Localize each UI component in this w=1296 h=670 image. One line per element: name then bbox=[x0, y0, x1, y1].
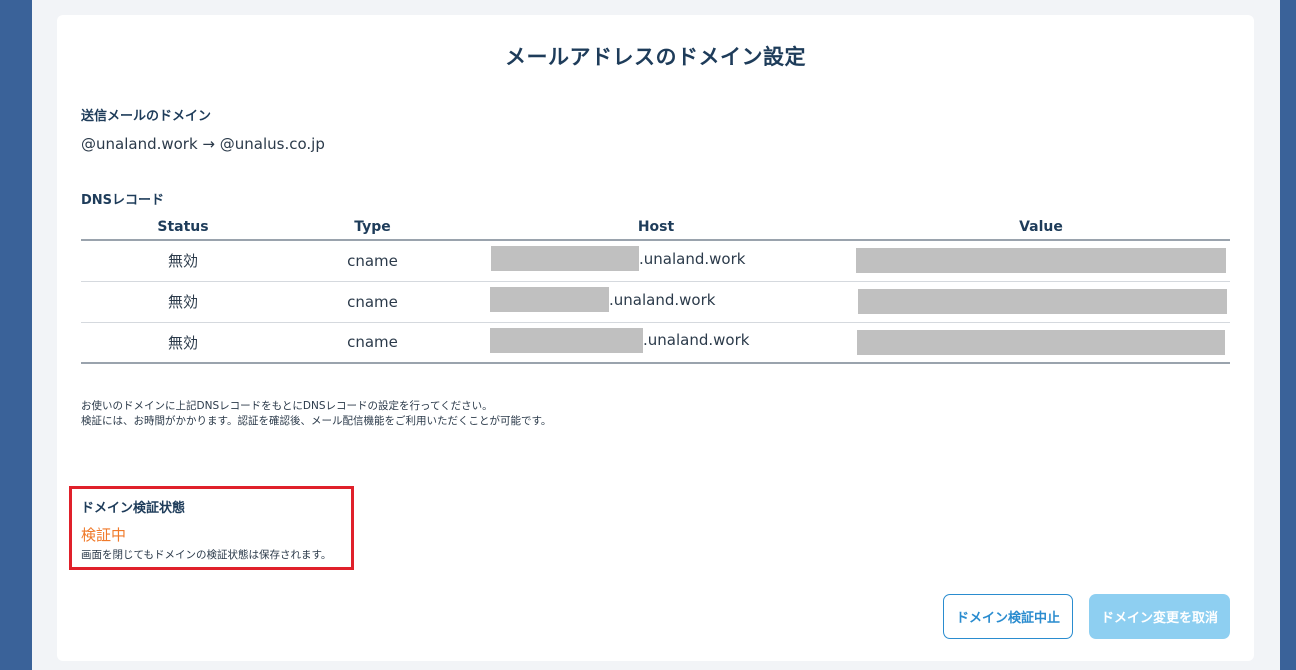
redacted-value bbox=[856, 248, 1226, 274]
right-frame bbox=[1280, 0, 1296, 670]
table-row: 無効 cname .unaland.work bbox=[81, 240, 1230, 282]
table-header-row: Status Type Host Value bbox=[81, 215, 1230, 241]
verification-status-box: ドメイン検証状態 検証中 画面を閉じてもドメインの検証状態は保存されます。 bbox=[69, 486, 354, 570]
redacted-host bbox=[490, 327, 643, 353]
status-cell: 無効 bbox=[81, 281, 285, 323]
host-suffix: .unaland.work bbox=[639, 249, 746, 268]
verification-status-note: 画面を閉じてもドメインの検証状態は保存されます。 bbox=[81, 549, 332, 561]
column-header-type: Type bbox=[285, 215, 460, 241]
stop-verification-button[interactable]: ドメイン検証中止 bbox=[943, 594, 1073, 639]
type-cell: cname bbox=[285, 281, 460, 323]
dns-instructions-line-1: お使いのドメインに上記DNSレコードをもとにDNSレコードの設定を行ってください… bbox=[81, 400, 493, 412]
value-cell bbox=[852, 322, 1230, 364]
column-header-value: Value bbox=[852, 215, 1230, 241]
host-cell: .unaland.work bbox=[460, 322, 852, 364]
value-cell bbox=[852, 281, 1230, 323]
status-cell: 無効 bbox=[81, 240, 285, 282]
type-cell: cname bbox=[285, 240, 460, 282]
redacted-value bbox=[857, 329, 1225, 355]
domain-settings-card: メールアドレスのドメイン設定 送信メールのドメイン @unaland.work … bbox=[57, 15, 1254, 661]
dns-records-table: Status Type Host Value 無効 cname .unaland… bbox=[81, 215, 1230, 364]
redacted-value bbox=[858, 289, 1227, 314]
status-cell: 無効 bbox=[81, 322, 285, 364]
type-cell: cname bbox=[285, 322, 460, 364]
sending-domain-label: 送信メールのドメイン bbox=[81, 109, 212, 124]
dns-instructions: お使いのドメインに上記DNSレコードをもとにDNSレコードの設定を行ってください… bbox=[81, 399, 551, 429]
dns-records-label: DNSレコード bbox=[81, 193, 165, 208]
host-suffix: .unaland.work bbox=[643, 331, 750, 350]
table-row: 無効 cname .unaland.work bbox=[81, 281, 1230, 323]
verification-status-label: ドメイン検証状態 bbox=[81, 501, 186, 516]
host-suffix: .unaland.work bbox=[609, 290, 716, 309]
host-cell: .unaland.work bbox=[460, 281, 852, 323]
column-header-status: Status bbox=[81, 215, 285, 241]
table-row: 無効 cname .unaland.work bbox=[81, 322, 1230, 364]
left-frame bbox=[0, 0, 32, 670]
redacted-host bbox=[491, 246, 639, 272]
value-cell bbox=[852, 240, 1230, 282]
verification-status-value: 検証中 bbox=[81, 526, 127, 544]
dns-instructions-line-2: 検証には、お時間がかかります。認証を確認後、メール配信機能をご利用いただくことが… bbox=[81, 415, 552, 427]
page-title: メールアドレスのドメイン設定 bbox=[505, 45, 806, 69]
host-cell: .unaland.work bbox=[460, 240, 852, 282]
redacted-host bbox=[490, 287, 609, 312]
column-header-host: Host bbox=[460, 215, 852, 241]
cancel-domain-change-button[interactable]: ドメイン変更を取消 bbox=[1089, 594, 1230, 639]
sending-domain-value: @unaland.work → @unalus.co.jp bbox=[81, 135, 325, 153]
